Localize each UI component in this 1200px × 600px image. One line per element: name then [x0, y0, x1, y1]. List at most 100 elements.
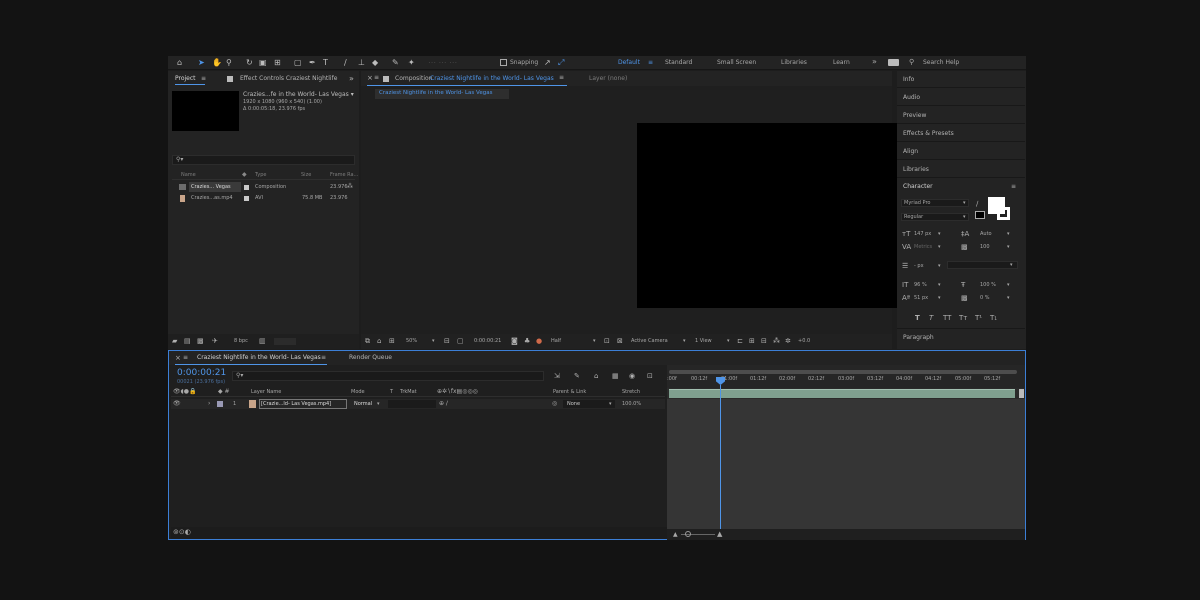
faux-bold-button[interactable]: T [915, 314, 920, 322]
trash-icon[interactable]: ▥ [259, 337, 266, 345]
new-composition-icon[interactable]: ▩ [197, 337, 204, 345]
tab-project[interactable]: Project [175, 76, 196, 82]
vscale-chevron-icon[interactable]: ▾ [938, 283, 941, 288]
tab-effect-controls[interactable]: Effect Controls Craziest Nightlife [240, 76, 337, 82]
zoom-dropdown[interactable]: 50% [406, 339, 417, 344]
type-tool-icon[interactable]: T [323, 58, 328, 68]
baseline-shift-value[interactable]: 51 px [914, 296, 928, 301]
col-name[interactable]: Name [181, 173, 196, 178]
layer-mode[interactable]: Normal [354, 402, 372, 407]
size-chevron-icon[interactable]: ▾ [938, 232, 941, 237]
stroke-style-chevron-icon[interactable]: ▾ [1010, 263, 1013, 268]
thumb-title[interactable]: Crazies...fe in the World- Las Vegas ▾ [243, 92, 354, 98]
resolution-dropdown[interactable]: Half [551, 339, 561, 344]
camera-dropdown[interactable]: Active Camera [631, 339, 668, 344]
comp-flowchart-icon[interactable]: ⁂ [773, 337, 780, 345]
close-tab-icon[interactable]: × [367, 75, 373, 82]
timeline-tab-menu-icon[interactable]: ≡ [321, 355, 326, 361]
timeline-comp-tab[interactable]: Craziest Nightlife in the World- Las Veg… [197, 355, 321, 361]
pick-whip-icon[interactable]: ◎ [552, 401, 557, 407]
col-layer-name[interactable]: Layer Name [251, 390, 281, 395]
brush-tool-icon[interactable]: ∕ [344, 58, 347, 68]
search-help-input[interactable]: Search Help [923, 60, 959, 66]
layer-out-point-handle[interactable] [1019, 389, 1024, 398]
video-visibility-icon[interactable]: 👁 [173, 401, 181, 407]
camera-tool-icon[interactable]: ▣ [259, 58, 267, 68]
no-fill-swatch[interactable] [975, 211, 985, 219]
col-size[interactable]: Size [301, 173, 311, 178]
panel-audio[interactable]: Audio [903, 95, 920, 101]
close-tab-icon[interactable]: × [175, 355, 181, 362]
all-caps-button[interactable]: TT [943, 314, 951, 322]
snapping-options-icon[interactable]: ↗ [544, 58, 551, 68]
frame-blending-icon[interactable]: ▦ [612, 372, 619, 380]
tracking-chevron-icon[interactable]: ▾ [1007, 245, 1010, 250]
col-parent[interactable]: Parent & Link [553, 390, 586, 395]
layer-row[interactable]: 👁 › 1 [Crazie...ld- Las Vegas.mp4] Norma… [171, 399, 665, 409]
panel-libraries[interactable]: Libraries [903, 167, 929, 173]
pixel-aspect-icon[interactable]: ⊏ [737, 337, 743, 345]
sync-settings-icon[interactable] [888, 59, 899, 66]
work-area-bar[interactable] [669, 370, 1017, 374]
panel-preview[interactable]: Preview [903, 113, 926, 119]
workspace-learn[interactable]: Learn [833, 60, 850, 66]
panel-overflow-icon[interactable]: » [349, 75, 354, 83]
viewer-timecode[interactable]: 0:00:00:21 [474, 339, 501, 344]
project-panel-menu-icon[interactable]: ≡ [201, 76, 206, 82]
workspace-libraries[interactable]: Libraries [781, 60, 807, 66]
leading-chevron-icon[interactable]: ▾ [1007, 232, 1010, 237]
composition-tab-name[interactable]: Craziest Nightlife in the World- Las Veg… [430, 76, 554, 82]
exposure-icon[interactable]: ✲ [785, 337, 791, 345]
layer-tab[interactable]: Layer (none) [589, 76, 627, 82]
panel-effects-presets[interactable]: Effects & Presets [903, 131, 954, 137]
project-bpc[interactable]: 8 bpc [234, 339, 248, 344]
composition-tab-label[interactable]: Composition [395, 76, 432, 82]
eraser-tool-icon[interactable]: ◆ [372, 58, 378, 68]
channel-icon[interactable]: ● [536, 337, 542, 345]
faux-italic-button[interactable]: T [929, 314, 933, 322]
zoom-tool-icon[interactable]: ⚲ [226, 58, 232, 68]
pen-tool-icon[interactable]: ✒ [309, 58, 316, 68]
expand-layer-icon[interactable]: › [208, 401, 210, 407]
mask-visibility-icon[interactable]: ⊞ [389, 337, 395, 345]
project-search-input[interactable] [172, 155, 355, 165]
tsume-chevron-icon[interactable]: ▾ [1007, 296, 1010, 301]
stroke-chevron-icon[interactable]: ▾ [938, 264, 941, 269]
superscript-button[interactable]: T¹ [975, 314, 982, 322]
font-size-value[interactable]: 147 px [914, 232, 931, 237]
paragraph-panel-title[interactable]: Paragraph [903, 335, 934, 341]
transparency-grid-icon[interactable]: ▢ [457, 337, 464, 345]
workspace-small-screen[interactable]: Small Screen [717, 60, 756, 66]
layer-search-input[interactable] [232, 371, 544, 381]
selection-tool-icon[interactable]: ➤ [198, 58, 205, 68]
home-icon[interactable]: ⌂ [177, 58, 182, 68]
font-chevron-icon[interactable]: ▾ [963, 201, 966, 206]
panel-menu-icon[interactable]: ≡ [374, 75, 379, 81]
grid-toggle-icon[interactable]: ⊟ [444, 337, 450, 345]
hand-tool-icon[interactable]: ✋ [212, 58, 222, 68]
stroke-width-value[interactable]: - px [914, 264, 924, 269]
style-chevron-icon[interactable]: ▾ [963, 215, 966, 220]
label-tag-icon[interactable]: ◆ [242, 172, 247, 178]
draft-3d-icon[interactable]: ✎ [574, 372, 580, 380]
shape-tool-icon[interactable]: ▢ [294, 58, 302, 68]
zoom-chevron-icon[interactable]: ▾ [432, 339, 435, 344]
mode-chevron-icon[interactable]: ▾ [377, 402, 380, 407]
project-item-row[interactable]: Crazies... Vegas Composition 23.976 ⁂ [172, 182, 355, 192]
eyedropper-icon[interactable]: ∕ [976, 200, 978, 208]
parent-chevron-icon[interactable]: ▾ [609, 402, 612, 407]
composition-tab-menu-icon[interactable]: ≡ [559, 75, 564, 81]
character-menu-icon[interactable]: ≡ [1011, 184, 1016, 190]
timeline-graph-area[interactable]: :00f 00:12f 01:00f 01:12f 02:00f 02:12f … [667, 365, 1025, 540]
exposure-value[interactable]: +0.0 [798, 339, 810, 344]
horizontal-scale-value[interactable]: 100 % [980, 283, 996, 288]
zoom-out-icon[interactable]: ▲ [673, 532, 678, 538]
shy-layers-icon[interactable]: ⌂ [594, 372, 598, 380]
show-snapshot-icon[interactable]: ♣ [524, 337, 530, 345]
leading-value[interactable]: Auto [980, 232, 992, 237]
more-workspaces-icon[interactable]: » [872, 58, 877, 66]
character-panel-title[interactable]: Character [903, 184, 933, 190]
trkmat-dropdown[interactable] [388, 400, 436, 408]
col-mode[interactable]: Mode [351, 390, 365, 395]
snap-edges-icon[interactable]: ⤢ [558, 58, 564, 68]
